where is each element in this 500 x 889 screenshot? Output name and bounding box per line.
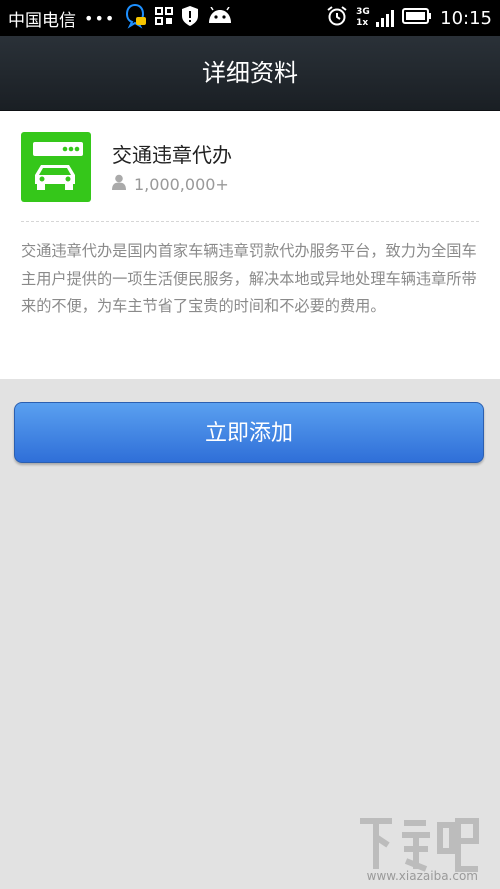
watermark-url: www.xiazaiba.com [366,869,478,883]
grid-app-icon [155,6,174,30]
app-description: 交通违章代办是国内首家车辆违章罚款代办服务平台，致力为全国车主用户提供的一项生活… [21,242,477,315]
app-detail-card: 交通违章代办 1,000,000+ 交通违章代办是国内首家车辆违章罚款代办服务平… [0,111,500,379]
user-icon [112,174,126,194]
alarm-icon [326,5,348,32]
clock: 10:15 [440,7,492,29]
battery-icon [402,7,432,29]
app-name: 交通违章代办 [112,143,232,167]
status-bar: 中国电信 ••• 3G 1x 10:15 [0,0,500,36]
divider [21,221,479,222]
download-count-label: 1,000,000+ [134,174,229,194]
network-sub-label: 1x [356,18,369,28]
status-right: 3G 1x 10:15 [326,0,492,36]
download-count: 1,000,000+ [112,174,229,194]
car-app-icon [21,132,91,202]
add-now-button[interactable]: 立即添加 [14,402,484,463]
status-left: 中国电信 ••• [8,0,233,36]
shield-icon [181,5,199,32]
signal-icon: 3G 1x [356,7,395,29]
title-bar: 详细资料 [0,36,500,111]
qq-icon [123,3,147,34]
more-notifications-dots: ••• [84,8,116,28]
carrier-label: 中国电信 [8,10,76,31]
page-title: 详细资料 [202,59,298,87]
network-type-label: 3G [356,7,370,17]
android-icon [207,6,233,30]
